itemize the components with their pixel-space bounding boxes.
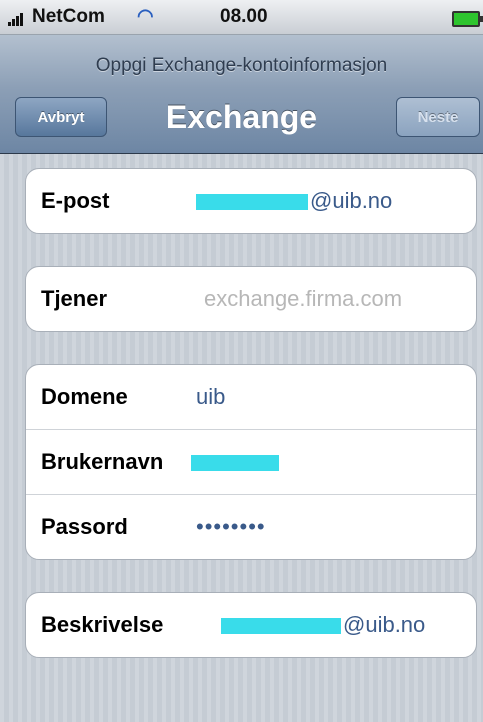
email-value: @uib.no (310, 188, 393, 213)
redaction-mark (191, 455, 279, 472)
password-label: Passord (41, 514, 128, 539)
username-row[interactable]: Brukernavn (26, 430, 476, 495)
navigation-bar: Oppgi Exchange-kontoinformasjon Exchange… (0, 35, 483, 154)
domain-row[interactable]: Domene uib (26, 365, 476, 430)
clock: 08.00 (220, 6, 268, 27)
username-label: Brukernavn (41, 449, 164, 474)
cancel-button[interactable]: Avbryt (15, 97, 107, 137)
description-row[interactable]: Beskrivelse @uib.no (26, 593, 476, 657)
server-group: Tjener exchange.firma.com (25, 266, 477, 332)
email-group: E-post @uib.no (25, 168, 477, 234)
email-label: E-post (41, 188, 110, 213)
battery-icon (452, 11, 483, 27)
server-field[interactable]: exchange.firma.com (204, 267, 402, 331)
password-row[interactable]: Passord •••••••• (26, 495, 476, 559)
email-row[interactable]: E-post @uib.no (26, 169, 476, 233)
account-group: Domene uib Brukernavn Passord •••••••• (25, 364, 477, 560)
carrier-name: NetCom (32, 6, 105, 27)
password-field[interactable]: •••••••• (196, 495, 266, 559)
next-button[interactable]: Neste (396, 97, 480, 137)
email-field[interactable]: @uib.no (196, 169, 392, 233)
server-label: Tjener (41, 286, 108, 311)
server-row[interactable]: Tjener exchange.firma.com (26, 267, 476, 331)
description-field[interactable]: @uib.no (221, 593, 425, 657)
redaction-mark (196, 194, 308, 211)
username-field[interactable] (191, 430, 281, 494)
wifi-icon: ◠ (137, 6, 154, 27)
domain-field[interactable]: uib (196, 365, 225, 429)
nav-prompt: Oppgi Exchange-kontoinformasjon (95, 55, 388, 76)
description-group: Beskrivelse @uib.no (25, 592, 477, 658)
status-bar: NetCom ◠ 08.00 (0, 0, 483, 35)
redaction-mark (221, 618, 341, 635)
signal-icon (8, 12, 30, 26)
domain-label: Domene (41, 384, 128, 409)
description-label: Beskrivelse (41, 612, 164, 637)
description-value: @uib.no (343, 612, 426, 637)
